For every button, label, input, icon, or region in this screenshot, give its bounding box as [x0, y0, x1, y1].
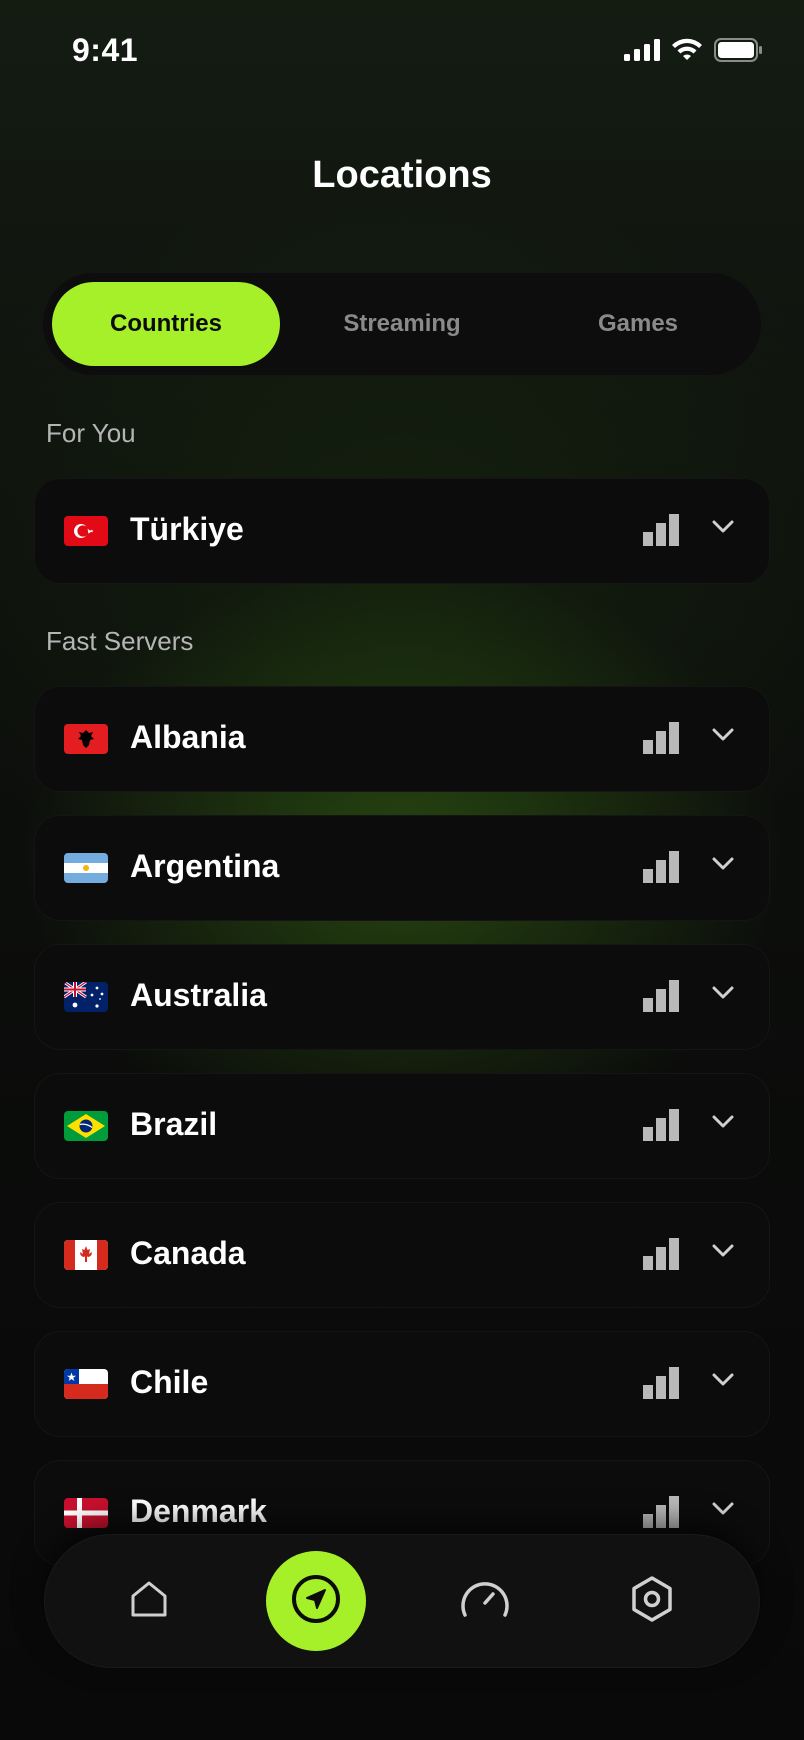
chevron-down-icon[interactable]: [712, 1244, 734, 1263]
home-icon: [128, 1578, 170, 1625]
locations-navigation-icon: [290, 1573, 342, 1630]
country-name: Argentina: [130, 848, 280, 884]
nav-home-button[interactable]: [99, 1551, 199, 1651]
country-row-argentina[interactable]: Argentina: [34, 815, 770, 921]
signal-strength-icon: [643, 1496, 679, 1533]
status-time: 9:41: [72, 32, 139, 68]
country-name: Australia: [130, 977, 267, 1013]
chevron-down-icon[interactable]: [712, 520, 734, 539]
country-row-brazil[interactable]: Brazil: [34, 1073, 770, 1179]
tab-streaming[interactable]: Streaming: [288, 282, 516, 366]
section-label-fast-servers: Fast Servers: [46, 626, 194, 656]
location-category-tabs: Countries Streaming Games: [42, 272, 762, 376]
chevron-down-icon[interactable]: [712, 986, 734, 1005]
country-name: Albania: [130, 719, 246, 755]
country-name: Türkiye: [130, 511, 244, 547]
signal-strength-icon: [643, 722, 679, 759]
denmark-flag-icon: [64, 1498, 108, 1528]
country-name: Chile: [130, 1364, 209, 1400]
signal-strength-icon: [643, 1238, 679, 1275]
status-bar: 9:41: [0, 0, 804, 100]
country-row-albania[interactable]: Albania: [34, 686, 770, 792]
argentina-flag-icon: [64, 853, 108, 883]
country-row-chile[interactable]: Chile: [34, 1331, 770, 1437]
chevron-down-icon[interactable]: [712, 1115, 734, 1134]
chile-flag-icon: [64, 1369, 108, 1399]
chevron-down-icon[interactable]: [712, 1502, 734, 1521]
tab-countries[interactable]: Countries: [52, 282, 280, 366]
country-row-canada[interactable]: Canada: [34, 1202, 770, 1308]
bottom-navigation: [44, 1534, 760, 1668]
country-row-australia[interactable]: Australia: [34, 944, 770, 1050]
battery-icon: [714, 38, 764, 67]
settings-hexagon-icon: [628, 1575, 676, 1628]
signal-strength-icon: [643, 1367, 679, 1404]
nav-speed-test-button[interactable]: [435, 1551, 535, 1651]
signal-strength-icon: [643, 851, 679, 888]
chevron-down-icon[interactable]: [712, 728, 734, 747]
australia-flag-icon: [64, 982, 108, 1012]
country-name: Denmark: [130, 1493, 267, 1529]
nav-locations-button[interactable]: [266, 1551, 366, 1651]
signal-strength-icon: [643, 514, 679, 551]
wifi-icon: [670, 38, 704, 67]
signal-strength-icon: [643, 1109, 679, 1146]
speedometer-icon: [459, 1577, 511, 1626]
chevron-down-icon[interactable]: [712, 1373, 734, 1392]
chevron-down-icon[interactable]: [712, 857, 734, 876]
country-row-turkiye[interactable]: Türkiye: [34, 478, 770, 584]
albania-flag-icon: [64, 724, 108, 754]
country-name: Brazil: [130, 1106, 218, 1142]
page-title: Locations: [312, 154, 492, 196]
section-label-for-you: For You: [46, 418, 136, 448]
turkey-flag-icon: [64, 516, 108, 546]
status-icons: [624, 38, 764, 67]
country-name: Canada: [130, 1235, 246, 1271]
cellular-signal-icon: [624, 39, 660, 66]
nav-settings-button[interactable]: [602, 1551, 702, 1651]
canada-flag-icon: [64, 1240, 108, 1270]
brazil-flag-icon: [64, 1111, 108, 1141]
signal-strength-icon: [643, 980, 679, 1017]
tab-games[interactable]: Games: [524, 282, 752, 366]
